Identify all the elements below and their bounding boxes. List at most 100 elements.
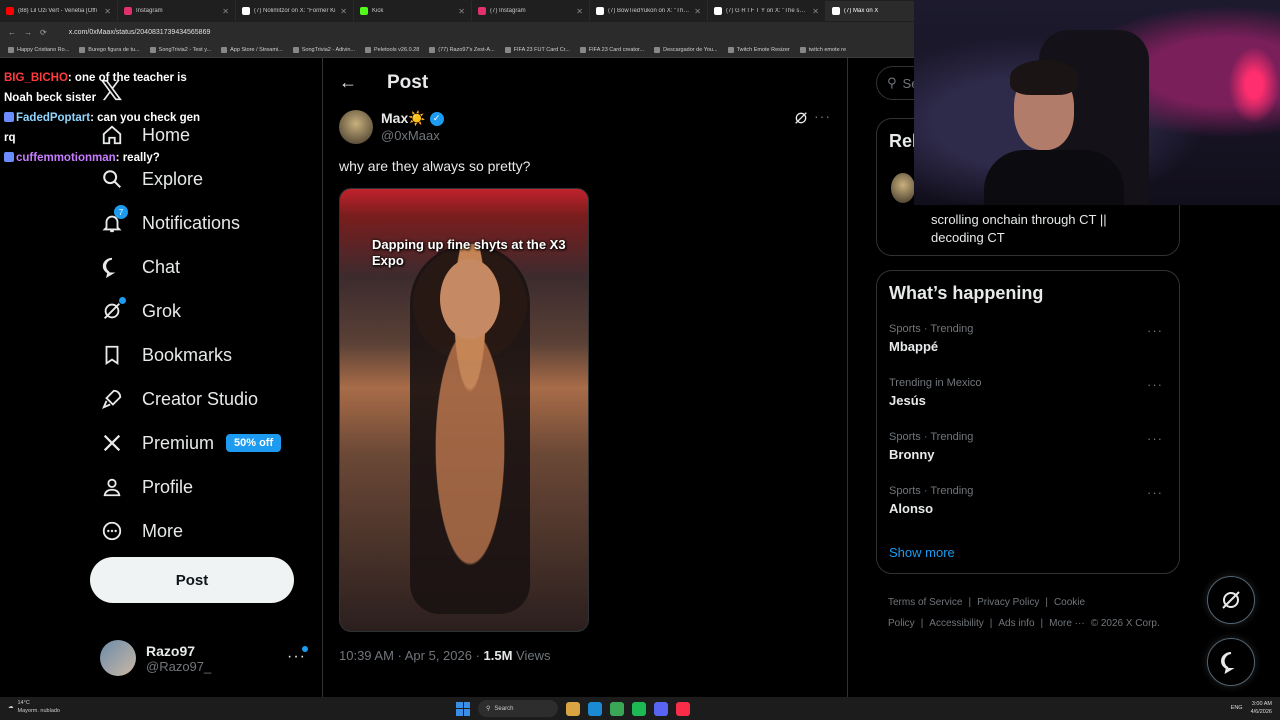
close-icon[interactable]: ✕ <box>222 7 229 16</box>
footer-link[interactable]: © 2026 X Corp. <box>1091 618 1160 629</box>
browser-tab[interactable]: Instagram ✕ <box>118 1 236 21</box>
language-indicator[interactable]: ENG <box>1231 704 1243 712</box>
chrome-icon[interactable] <box>610 701 624 716</box>
nav-item-grok[interactable]: Grok <box>100 296 181 326</box>
browser-tab[interactable]: (88) Lil Uzi Vert - Venetia [Offi ✕ <box>0 1 118 21</box>
trend-item[interactable]: Sports · Trending Alonso ··· <box>889 485 1169 516</box>
tab-title: (7) Nolimitzor on X: "Former Ki <box>254 8 336 14</box>
tab-favicon-icon <box>596 7 604 15</box>
author-avatar[interactable] <box>339 110 373 144</box>
trend-item[interactable]: Sports · Trending Mbappé ··· <box>889 323 1169 354</box>
weather-widget[interactable]: ☁ 14°C Mayorm. nublado <box>8 699 60 715</box>
notification-dot <box>119 297 126 304</box>
bookmark-favicon-icon <box>579 46 586 53</box>
more-horizontal-icon[interactable]: ··· <box>287 648 306 666</box>
post-timestamp[interactable]: 10:39 AM · Apr 5, 2026 · <box>339 648 484 663</box>
edge-icon[interactable] <box>588 701 602 716</box>
grok-icon[interactable] <box>793 110 809 126</box>
browser-tab[interactable]: (7) Instagram ✕ <box>472 1 590 21</box>
bookmark-item[interactable]: Burego figura de tu... <box>79 46 140 53</box>
bookmark-item[interactable]: (77) Razo97's Zest-A... <box>429 46 495 53</box>
relevant-bio: scrolling onchain through CT || decoding… <box>931 212 1107 245</box>
weather-desc: Mayorm. nublado <box>17 708 61 714</box>
nav-item-notifications[interactable]: 7 Notifications <box>100 205 241 238</box>
nav-item-premium[interactable]: Premium 50% off <box>100 428 282 458</box>
messages-float-button[interactable] <box>1207 638 1255 686</box>
forward-icon[interactable]: → <box>24 28 32 37</box>
nav-item-label: Chat <box>142 256 181 277</box>
author-handle[interactable]: @0xMaax <box>381 128 440 143</box>
browser-tab[interactable]: (7) G R I F T Y on X: "The self tr ✕ <box>708 1 826 21</box>
windows-start-icon[interactable] <box>456 701 470 716</box>
more-horizontal-icon[interactable]: ··· <box>1147 485 1163 500</box>
more-horizontal-icon[interactable]: ··· <box>1147 377 1163 392</box>
spotify-icon[interactable] <box>632 701 646 716</box>
close-icon[interactable]: ✕ <box>576 7 583 16</box>
cloud-icon: ☁ <box>8 704 14 710</box>
clock-date[interactable]: 4/6/2026 <box>1251 708 1272 716</box>
close-icon[interactable]: ✕ <box>812 7 819 16</box>
bookmark-item[interactable]: Peletools v26.0.28 <box>365 46 419 53</box>
author-name[interactable]: Max☀️ <box>381 110 426 127</box>
taskbar-search[interactable]: ⚲ Search <box>478 700 558 717</box>
post-button[interactable]: Post <box>90 557 294 603</box>
footer-link[interactable]: Ads info <box>998 618 1034 629</box>
bookmark-item[interactable]: twitch emote re <box>799 46 846 53</box>
close-icon[interactable]: ✕ <box>458 7 465 16</box>
trend-item[interactable]: Sports · Trending Bronny ··· <box>889 431 1169 462</box>
nav-item-label: Notifications <box>142 212 241 233</box>
author-name-row[interactable]: Max☀️ ✓ <box>381 110 444 127</box>
bookmark-label: (77) Razo97's Zest-A... <box>438 46 495 53</box>
nav-item-more[interactable]: More <box>100 516 183 546</box>
browser-tab[interactable]: (7) BowTiedYukon on X: "The c ✕ <box>590 1 708 21</box>
bookmark-item[interactable]: FIFA 23 FUT Card Cr... <box>504 46 570 53</box>
reload-icon[interactable]: ⟳ <box>40 28 47 37</box>
footer-separator: | <box>1040 618 1044 629</box>
clock-time[interactable]: 3:00 AM <box>1251 700 1272 708</box>
close-icon[interactable]: ✕ <box>694 7 701 16</box>
nav-item-creator-studio[interactable]: Creator Studio <box>100 384 258 414</box>
bookmark-item[interactable]: Descargador de You... <box>654 46 718 53</box>
footer-link[interactable]: Privacy Policy <box>977 597 1039 608</box>
file-explorer-icon[interactable] <box>566 701 580 716</box>
more-horizontal-icon[interactable]: ··· <box>1147 323 1163 338</box>
account-switcher[interactable]: Razo97 @Razo97_ ··· <box>100 638 310 678</box>
bookmark-item[interactable]: FIFA 23 Card creator... <box>579 46 644 53</box>
footer-link[interactable]: Terms of Service <box>888 597 962 608</box>
browser-tab[interactable]: (7) Nolimitzor on X: "Former Ki ✕ <box>236 1 354 21</box>
back-arrow-icon[interactable]: ← <box>339 72 357 93</box>
post-more-icon[interactable]: ··· <box>814 108 831 124</box>
nav-item-profile[interactable]: Profile <box>100 472 193 502</box>
music-icon[interactable] <box>676 701 690 716</box>
nav-item-chat[interactable]: Chat <box>100 252 180 282</box>
close-icon[interactable]: ✕ <box>340 7 347 16</box>
nav-item-label: Explore <box>142 168 204 189</box>
bookmark-item[interactable]: SongTrivia2 - Adivin... <box>292 46 355 53</box>
search-icon: ⚲ <box>887 75 897 90</box>
browser-tab[interactable]: Kick ✕ <box>354 1 472 21</box>
url-field[interactable]: x.com/0xMaax/status/2040831739434565869 <box>69 29 211 36</box>
relevant-avatar[interactable] <box>891 173 915 203</box>
footer-link[interactable]: Accessibility <box>929 618 983 629</box>
nav-item-label: Bookmarks <box>142 344 233 365</box>
trend-item[interactable]: Trending in Mexico Jesús ··· <box>889 377 1169 408</box>
more-horizontal-icon[interactable]: ··· <box>1147 431 1163 446</box>
close-icon[interactable]: ✕ <box>104 7 111 16</box>
bookmark-item[interactable]: App Store / Streami... <box>221 46 283 53</box>
post-media-video[interactable]: Dapping up fine shyts at the X3 Expo <box>339 188 589 632</box>
nav-item-label: Creator Studio <box>142 388 259 409</box>
grok-float-button[interactable] <box>1207 576 1255 624</box>
relevant-title: Rel <box>889 131 918 151</box>
streamer-body-shape <box>984 150 1124 205</box>
back-icon[interactable]: ← <box>8 28 16 37</box>
bookmark-item[interactable]: SongTrivia2 - Test y... <box>149 46 211 53</box>
bookmark-item[interactable]: Happy Cristiano Ro... <box>8 46 69 53</box>
tab-title: Instagram <box>136 8 163 14</box>
show-more-link[interactable]: Show more <box>889 545 955 560</box>
bookmark-item[interactable]: Twitch Emote Resizer <box>727 46 790 53</box>
discord-icon[interactable] <box>654 701 668 716</box>
footer-link[interactable]: More ··· <box>1049 618 1085 629</box>
nav-item-explore[interactable]: Explore <box>100 164 203 194</box>
nav-item-bookmarks[interactable]: Bookmarks <box>100 340 232 370</box>
media-caption: Dapping up fine shyts at the X3 Expo <box>372 237 566 268</box>
